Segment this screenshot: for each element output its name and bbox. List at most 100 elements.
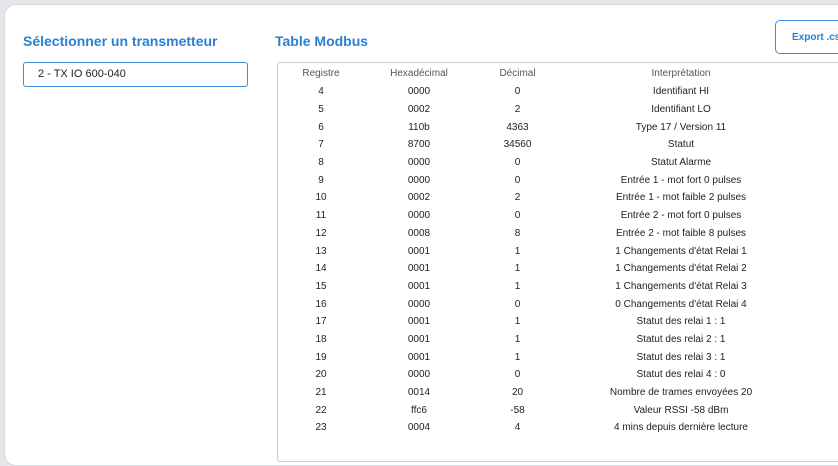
- export-csv-button[interactable]: Export .csv: [775, 20, 838, 54]
- decimal-cell: 20: [511, 387, 524, 399]
- table-header-row: Registre Hexadécimal Décimal Interprétat…: [278, 63, 801, 83]
- hexadecimal-cell: 0000: [407, 174, 431, 186]
- table-row: 23 0004 4 4 mins depuis dernière lecture: [278, 419, 801, 437]
- interpretation-cell: Nombre de trames envoyées 20: [609, 387, 753, 399]
- interpretation-cell: Type 17 / Version 11: [635, 121, 727, 133]
- table-row: 10 0002 2 Entrée 1 - mot faible 2 pulses: [278, 189, 801, 207]
- table-row: 14 0001 1 1 Changements d'état Relai 2: [278, 260, 801, 278]
- interpretation-cell: Entrée 2 - mot faible 8 pulses: [615, 227, 747, 239]
- decimal-cell: 8: [514, 227, 521, 239]
- transmitter-section-title: Sélectionner un transmetteur: [23, 33, 218, 49]
- decimal-cell: 2: [514, 192, 521, 204]
- hexadecimal-cell: 8700: [407, 139, 431, 151]
- interpretation-cell: Entrée 1 - mot fort 0 pulses: [620, 174, 742, 186]
- decimal-cell: 1: [514, 245, 521, 257]
- table-row: 5 0002 2 Identifiant LO: [278, 101, 801, 119]
- registre-cell: 4: [318, 86, 324, 98]
- registre-cell: 14: [315, 263, 327, 275]
- hexadecimal-cell: 0000: [407, 86, 431, 98]
- interpretation-cell: Valeur RSSI -58 dBm: [633, 404, 729, 416]
- table-row: 20 0000 0 Statut des relai 4 : 0: [278, 366, 801, 384]
- interpretation-cell: Statut: [667, 139, 695, 151]
- hexadecimal-cell: 0001: [407, 245, 431, 257]
- interpretation-cell: 4 mins depuis dernière lecture: [614, 422, 748, 434]
- decimal-cell: 1: [514, 333, 521, 345]
- interpretation-cell: Statut Alarme: [650, 157, 712, 169]
- table-body: 4 0000 0 Identifiant HI 5 0002 2 Identifiant LO…: [278, 83, 801, 437]
- interpretation-cell: Statut des relai 1 : 1: [636, 316, 726, 328]
- decimal-cell: 1: [514, 280, 521, 292]
- decimal-cell: 1: [514, 263, 521, 275]
- modbus-table: Registre Hexadécimal Décimal Interprétat…: [278, 63, 801, 437]
- interpretation-cell: 1 Changements d'état Relai 3: [615, 280, 747, 292]
- column-header-registre: Registre: [302, 67, 340, 79]
- hexadecimal-cell: 0001: [407, 333, 431, 345]
- table-row: 22 ffc6 -58 Valeur RSSI -58 dBm: [278, 401, 801, 419]
- registre-cell: 13: [315, 245, 327, 257]
- hexadecimal-cell: 0001: [407, 316, 431, 328]
- column-header-hexadecimal: Hexadécimal: [390, 67, 448, 79]
- registre-cell: 21: [315, 387, 327, 399]
- decimal-cell: 4: [514, 422, 521, 434]
- hexadecimal-cell: ffc6: [411, 404, 427, 416]
- table-row: 21 0014 20 Nombre de trames envoyées 20: [278, 384, 801, 402]
- decimal-cell: 34560: [503, 139, 532, 151]
- decimal-cell: 0: [514, 174, 521, 186]
- decimal-cell: 0: [514, 157, 521, 169]
- registre-cell: 6: [318, 121, 324, 133]
- interpretation-cell: Entrée 2 - mot fort 0 pulses: [620, 210, 742, 222]
- interpretation-cell: Identifiant HI: [652, 86, 710, 98]
- table-row: 18 0001 1 Statut des relai 2 : 1: [278, 331, 801, 349]
- decimal-cell: 0: [514, 210, 521, 222]
- table-row: 6 110b 4363 Type 17 / Version 11: [278, 118, 801, 136]
- decimal-cell: 0: [514, 86, 521, 98]
- modbus-table-title: Table Modbus: [275, 33, 369, 49]
- table-row: 8 0000 0 Statut Alarme: [278, 154, 801, 172]
- main-card: Sélectionner un transmetteur 2 - TX IO 6…: [4, 4, 838, 466]
- hexadecimal-cell: 0014: [407, 387, 431, 399]
- hexadecimal-cell: 0000: [407, 157, 431, 169]
- decimal-cell: 0: [514, 298, 521, 310]
- interpretation-cell: Identifiant LO: [651, 104, 711, 116]
- hexadecimal-cell: 110b: [408, 121, 430, 133]
- transmitter-list-item[interactable]: 2 - TX IO 600-040: [23, 62, 248, 87]
- interpretation-cell: Statut des relai 2 : 1: [636, 333, 726, 345]
- column-header-decimal: Décimal: [499, 67, 536, 79]
- decimal-cell: 1: [514, 351, 521, 363]
- table-row: 4 0000 0 Identifiant HI: [278, 83, 801, 101]
- hexadecimal-cell: 0004: [407, 422, 431, 434]
- table-row: 17 0001 1 Statut des relai 1 : 1: [278, 313, 801, 331]
- table-row: 13 0001 1 1 Changements d'état Relai 1: [278, 242, 801, 260]
- registre-cell: 23: [315, 422, 327, 434]
- hexadecimal-cell: 0001: [407, 280, 431, 292]
- registre-cell: 8: [318, 157, 324, 169]
- hexadecimal-cell: 0000: [407, 369, 431, 381]
- registre-cell: 7: [318, 139, 324, 151]
- registre-cell: 18: [315, 333, 327, 345]
- table-row: 19 0001 1 Statut des relai 3 : 1: [278, 348, 801, 366]
- decimal-cell: 1: [514, 316, 521, 328]
- decimal-cell: 4363: [506, 121, 529, 133]
- registre-cell: 5: [318, 104, 324, 116]
- table-row: 7 8700 34560 Statut: [278, 136, 801, 154]
- registre-cell: 19: [315, 351, 327, 363]
- registre-cell: 9: [318, 174, 324, 186]
- table-row: 11 0000 0 Entrée 2 - mot fort 0 pulses: [278, 207, 801, 225]
- hexadecimal-cell: 0002: [407, 192, 431, 204]
- interpretation-cell: 1 Changements d'état Relai 2: [615, 263, 747, 275]
- table-row: 12 0008 8 Entrée 2 - mot faible 8 pulses: [278, 225, 801, 243]
- decimal-cell: 0: [514, 369, 521, 381]
- registre-cell: 15: [315, 280, 327, 292]
- table-row: 15 0001 1 1 Changements d'état Relai 3: [278, 278, 801, 296]
- decimal-cell: -58: [510, 404, 525, 416]
- hexadecimal-cell: 0008: [407, 227, 431, 239]
- decimal-cell: 2: [514, 104, 521, 116]
- hexadecimal-cell: 0001: [407, 351, 431, 363]
- interpretation-cell: Statut des relai 3 : 1: [636, 351, 726, 363]
- column-header-interpretation: Interprétation: [651, 67, 711, 79]
- interpretation-cell: 0 Changements d'état Relai 4: [615, 298, 747, 310]
- hexadecimal-cell: 0001: [407, 263, 431, 275]
- registre-cell: 11: [315, 210, 327, 222]
- modbus-table-container: Registre Hexadécimal Décimal Interprétat…: [277, 62, 838, 462]
- interpretation-cell: 1 Changements d'état Relai 1: [615, 245, 747, 257]
